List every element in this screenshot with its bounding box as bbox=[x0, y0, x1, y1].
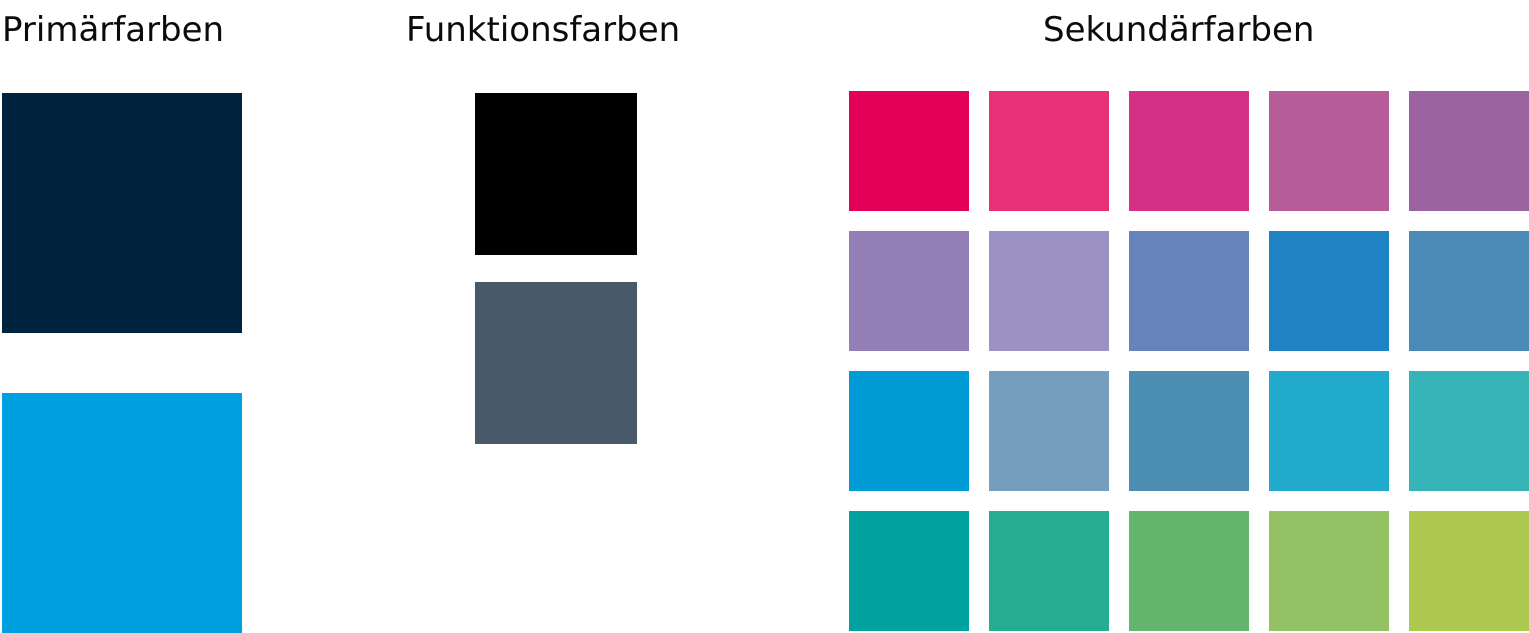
secondary-swatch-20 bbox=[1409, 511, 1529, 631]
secondary-swatch-9 bbox=[1269, 231, 1389, 351]
secondary-swatch-grid bbox=[849, 91, 1529, 631]
secondary-swatch-19 bbox=[1269, 511, 1389, 631]
secondary-swatch-17 bbox=[989, 511, 1109, 631]
functional-swatch-2 bbox=[475, 282, 637, 444]
secondary-swatch-5 bbox=[1409, 91, 1529, 211]
secondary-swatch-2 bbox=[989, 91, 1109, 211]
secondary-swatch-8 bbox=[1129, 231, 1249, 351]
secondary-colors-heading: Sekundärfarben bbox=[1043, 10, 1315, 50]
secondary-swatch-11 bbox=[849, 371, 969, 491]
secondary-swatch-14 bbox=[1269, 371, 1389, 491]
primary-colors-heading: Primärfarben bbox=[2, 10, 225, 50]
secondary-swatch-3 bbox=[1129, 91, 1249, 211]
secondary-swatch-12 bbox=[989, 371, 1109, 491]
secondary-swatch-4 bbox=[1269, 91, 1389, 211]
functional-swatch-1 bbox=[475, 93, 637, 255]
secondary-swatch-10 bbox=[1409, 231, 1529, 351]
secondary-swatch-7 bbox=[989, 231, 1109, 351]
primary-swatch-1 bbox=[2, 93, 242, 333]
secondary-swatch-16 bbox=[849, 511, 969, 631]
functional-colors-heading: Funktionsfarben bbox=[406, 10, 681, 50]
secondary-swatch-13 bbox=[1129, 371, 1249, 491]
secondary-swatch-6 bbox=[849, 231, 969, 351]
secondary-swatch-18 bbox=[1129, 511, 1249, 631]
secondary-swatch-15 bbox=[1409, 371, 1529, 491]
primary-swatch-2 bbox=[2, 393, 242, 633]
secondary-swatch-1 bbox=[849, 91, 969, 211]
